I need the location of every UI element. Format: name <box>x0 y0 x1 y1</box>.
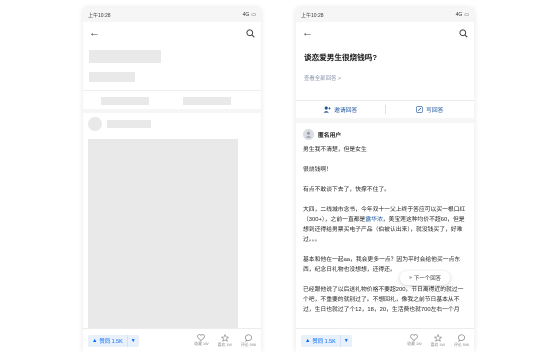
author-skeleton <box>107 120 151 128</box>
like-count: 喜欢 1W <box>430 342 446 347</box>
favorite-count: 收藏 1W <box>407 341 422 346</box>
top-nav: ← <box>83 22 261 44</box>
bottom-tools: 收藏 1W 喜欢 1W 评论 596 <box>407 333 469 348</box>
status-time: 上午10:28 <box>88 12 111 19</box>
answer-paragraph-4: 大四，二线城市念书，今年双十一父上终于答应可以买一根口红（300+），之前一直都… <box>303 205 467 245</box>
comment-button[interactable]: 评论 596 <box>454 333 469 348</box>
upvote-icon: ▲ <box>92 337 98 344</box>
question-title[interactable]: 谈恋爱男生很烧钱吗? <box>304 52 466 63</box>
upvote-icon: ▲ <box>305 337 311 344</box>
network-label: 4G <box>455 12 463 18</box>
downvote-button[interactable]: ▼ <box>126 334 139 347</box>
invite-answer-label: 邀请回答 <box>334 108 358 114</box>
vote-group: ▲ 赞同 1.5K ▼ <box>301 334 352 347</box>
p4-highlight-link[interactable]: 露华浓 <box>365 217 382 223</box>
subtitle-skeleton <box>89 72 135 82</box>
upvote-button[interactable]: ▲ 赞同 1.5K <box>301 335 340 347</box>
heart-icon <box>410 333 419 341</box>
heart-icon <box>197 333 206 341</box>
battery-icon: ▭ <box>464 12 469 18</box>
bottom-action-bar: ▲ 赞同 1.5K ▼ 收藏 1W 喜欢 1W 评论 596 <box>83 328 261 352</box>
search-icon[interactable] <box>246 28 255 38</box>
status-time: 上午10:28 <box>301 12 324 19</box>
top-nav: ← <box>296 22 474 44</box>
author-row[interactable]: 匿名用户 <box>303 129 467 140</box>
comment-icon <box>244 333 252 342</box>
answer-paragraph-6: 已经跟他说了以后送礼物价格不要超200，节日离得近的就过一个吧，不重要的就别过了… <box>303 287 464 313</box>
comment-button[interactable]: 评论 596 <box>241 333 256 348</box>
network-label: 4G <box>242 12 250 18</box>
action-skeleton-right <box>183 97 231 105</box>
comment-count: 评论 596 <box>454 342 469 347</box>
battery-icon: ▭ <box>251 12 256 18</box>
view-all-answers-link[interactable]: 查看全部回答 > <box>304 74 466 82</box>
answer-paragraph-3: 有点不敢谈下去了，快撑不住了。 <box>303 187 390 193</box>
like-count: 喜欢 1W <box>217 342 233 347</box>
upvote-label: 赞同 1.5K <box>99 338 123 345</box>
upvote-label: 赞同 1.5K <box>312 338 336 345</box>
downvote-button[interactable]: ▼ <box>339 334 352 347</box>
answer-paragraph-1: 男生我不清楚，但是女生 <box>303 147 367 153</box>
invite-answer-button[interactable]: 邀请回答 <box>296 105 385 114</box>
star-icon <box>433 333 442 342</box>
pencil-icon <box>416 106 423 113</box>
favorite-button[interactable]: 收藏 1W <box>407 333 422 348</box>
next-answer-button[interactable]: » 下一个回答 <box>400 271 450 285</box>
favorite-count: 收藏 1W <box>194 341 209 346</box>
status-bar: 上午10:28 4G ▭ <box>83 8 261 22</box>
favorite-button[interactable]: 收藏 1W <box>194 333 209 348</box>
status-indicators: 4G ▭ <box>456 12 469 18</box>
like-button[interactable]: 喜欢 1W <box>430 333 446 348</box>
question-actions: 邀请回答 写回答 <box>296 100 474 118</box>
answer-card: 匿名用户 男生我不清楚，但是女生 很烧钱啊！ 有点不敢谈下去了，快撑不住了。 大… <box>296 123 474 350</box>
action-skeleton-left <box>101 97 149 105</box>
invite-user-icon <box>323 106 331 113</box>
like-button[interactable]: 喜欢 1W <box>217 333 233 348</box>
next-answer-label: 下一个回答 <box>414 276 441 282</box>
back-arrow-icon[interactable]: ← <box>302 27 313 39</box>
avatar <box>303 129 314 140</box>
bottom-tools: 收藏 1W 喜欢 1W 评论 596 <box>194 333 256 348</box>
answer-skeleton-card <box>83 113 261 329</box>
double-chevron-down-icon: » <box>409 275 413 281</box>
avatar-skeleton <box>88 117 102 131</box>
downvote-icon: ▼ <box>130 337 136 344</box>
status-bar: 上午10:28 4G ▭ <box>296 8 474 22</box>
answer-paragraph-2: 很烧钱啊！ <box>303 167 332 173</box>
user-icon <box>305 131 312 138</box>
right-phone-screen: 上午10:28 4G ▭ ← 谈恋爱男生很烧钱吗? 查看全部回答 > 邀请回答 … <box>296 8 474 352</box>
status-indicators: 4G ▭ <box>243 12 256 18</box>
downvote-icon: ▼ <box>343 337 349 344</box>
bottom-action-bar: ▲ 赞同 1.5K ▼ 收藏 1W 喜欢 1W 评论 596 <box>296 328 474 352</box>
comment-icon <box>457 333 465 342</box>
comment-count: 评论 596 <box>241 342 256 347</box>
vote-group: ▲ 赞同 1.5K ▼ <box>88 334 139 347</box>
write-answer-button[interactable]: 写回答 <box>386 105 475 114</box>
question-header: 谈恋爱男生很烧钱吗? 查看全部回答 > <box>296 44 474 100</box>
search-icon[interactable] <box>459 28 468 38</box>
write-answer-label: 写回答 <box>426 108 444 114</box>
back-arrow-icon[interactable]: ← <box>89 27 100 39</box>
action-row-skeleton <box>83 90 261 109</box>
author-name: 匿名用户 <box>318 133 342 139</box>
content-skeleton <box>88 139 238 329</box>
title-skeleton <box>89 50 161 63</box>
upvote-button[interactable]: ▲ 赞同 1.5K <box>88 335 127 347</box>
left-phone-screen: 上午10:28 4G ▭ ← ▲ 赞同 1.5K ▼ 收藏 1W 喜欢 1W 评… <box>83 8 261 352</box>
star-icon <box>220 333 229 342</box>
question-skeleton-card <box>83 44 261 90</box>
